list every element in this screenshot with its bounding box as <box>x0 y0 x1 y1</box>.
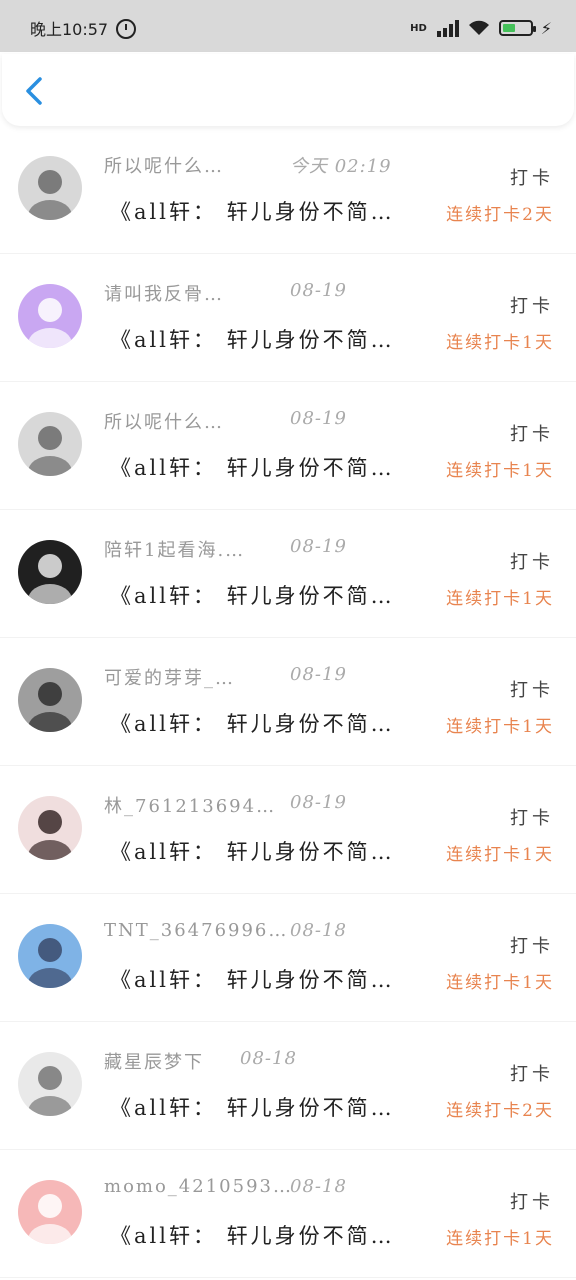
time-text: 晚上10:57 <box>30 20 109 39</box>
list-item[interactable]: 陪轩1起看海.… 08-19 打卡《all轩： 轩儿身份不简… 连续打卡1天 <box>0 510 576 638</box>
checkin-time: 08-18 <box>290 1176 347 1197</box>
checkin-time: 08-19 <box>290 536 347 557</box>
list-item[interactable]: TNT_36476996… 08-18 打卡《all轩： 轩儿身份不简… 连续打卡1天 <box>0 894 576 1022</box>
avatar[interactable] <box>18 1180 82 1244</box>
user-name: TNT_36476996… <box>104 920 289 941</box>
checkin-label: 打卡 <box>510 1192 554 1213</box>
checkin-label: 打卡 <box>510 424 554 445</box>
checkin-time: 08-18 <box>290 920 347 941</box>
user-name: 藏星辰梦下 <box>104 1052 204 1073</box>
story-title: 《all轩： 轩儿身份不简… <box>110 200 395 224</box>
signal-icon <box>436 19 459 37</box>
nav-bar <box>2 54 574 126</box>
checkin-label: 打卡 <box>510 680 554 701</box>
streak-label: 连续打卡1天 <box>446 845 554 865</box>
story-title: 《all轩： 轩儿身份不简… <box>110 328 395 352</box>
user-name: 林_761213694… <box>104 796 277 817</box>
streak-label: 连续打卡1天 <box>446 333 554 353</box>
checkin-label: 打卡 <box>510 296 554 317</box>
checkin-time: 今天 02:19 <box>290 156 392 177</box>
checkin-label: 打卡 <box>510 936 554 957</box>
user-name: 请叫我反骨… <box>104 284 224 305</box>
checkin-time: 08-19 <box>290 280 347 301</box>
list-item[interactable]: 藏星辰梦下 08-18 打卡《all轩： 轩儿身份不简… 连续打卡2天 <box>0 1022 576 1150</box>
story-title: 《all轩： 轩儿身份不简… <box>110 712 395 736</box>
streak-label: 连续打卡1天 <box>446 461 554 481</box>
user-name: 可爱的芽芽_… <box>104 668 235 689</box>
list-item[interactable]: 所以呢什么… 08-19 打卡《all轩： 轩儿身份不简… 连续打卡1天 <box>0 382 576 510</box>
story-title: 《all轩： 轩儿身份不简… <box>110 968 395 992</box>
story-title: 《all轩： 轩儿身份不简… <box>110 1096 395 1120</box>
story-title: 《all轩： 轩儿身份不简… <box>110 456 395 480</box>
story-title: 《all轩： 轩儿身份不简… <box>110 1224 395 1248</box>
avatar[interactable] <box>18 284 82 348</box>
battery-icon <box>498 20 536 36</box>
checkin-label: 打卡 <box>510 168 554 189</box>
wifi-icon <box>468 20 489 35</box>
hd-indicator: HD <box>410 22 427 34</box>
list-item[interactable]: 请叫我反骨… 08-19 打卡《all轩： 轩儿身份不简… 连续打卡1天 <box>0 254 576 382</box>
checkin-time: 08-18 <box>240 1048 297 1069</box>
checkin-time: 08-19 <box>290 664 347 685</box>
checkin-label: 打卡 <box>510 552 554 573</box>
avatar[interactable] <box>18 1052 82 1116</box>
user-name: 陪轩1起看海.… <box>104 540 246 561</box>
checkin-label: 打卡 <box>510 1064 554 1085</box>
story-title: 《all轩： 轩儿身份不简… <box>110 584 395 608</box>
avatar[interactable] <box>18 668 82 732</box>
list-item[interactable]: 林_761213694… 08-19 打卡《all轩： 轩儿身份不简… 连续打卡1天 <box>0 766 576 894</box>
charging-icon: ⚡ <box>540 18 552 38</box>
avatar[interactable] <box>18 540 82 604</box>
avatar[interactable] <box>18 924 82 988</box>
streak-label: 连续打卡1天 <box>446 717 554 737</box>
status-bar: 晚上10:57 HD ⚡ <box>0 0 576 52</box>
list-item[interactable]: momo_4210593… 08-18 打卡《all轩： 轩儿身份不简… 连续打卡1天 <box>0 1150 576 1278</box>
avatar[interactable] <box>18 412 82 476</box>
streak-label: 连续打卡2天 <box>446 1101 554 1121</box>
avatar[interactable] <box>18 796 82 860</box>
checkin-label: 打卡 <box>510 808 554 829</box>
user-name: 所以呢什么… <box>104 412 224 433</box>
checkin-list: 所以呢什么… 今天 02:19 打卡 《all轩： 轩儿身份不简… 连续打卡2天 请叫我反… <box>0 126 576 1278</box>
avatar[interactable] <box>18 156 82 220</box>
checkin-time: 08-19 <box>290 792 347 813</box>
user-name: 所以呢什么… <box>104 156 224 177</box>
checkin-time: 08-19 <box>290 408 347 429</box>
streak-label: 连续打卡1天 <box>446 589 554 609</box>
user-name: momo_4210593… <box>104 1176 293 1197</box>
streak-label: 连续打卡1天 <box>446 1229 554 1249</box>
streak-label: 连续打卡1天 <box>446 973 554 993</box>
alarm-icon <box>116 19 137 39</box>
status-time: 晚上10:57 <box>30 16 137 40</box>
chevron-left-icon[interactable] <box>20 76 50 106</box>
story-title: 《all轩： 轩儿身份不简… <box>110 840 395 864</box>
status-icons: HD ⚡ <box>410 18 552 38</box>
streak-label: 连续打卡2天 <box>446 205 554 225</box>
list-item[interactable]: 所以呢什么… 今天 02:19 打卡《all轩： 轩儿身份不简… 连续打卡2天 <box>0 126 576 254</box>
list-item[interactable]: 可爱的芽芽_… 08-19 打卡《all轩： 轩儿身份不简… 连续打卡1天 <box>0 638 576 766</box>
